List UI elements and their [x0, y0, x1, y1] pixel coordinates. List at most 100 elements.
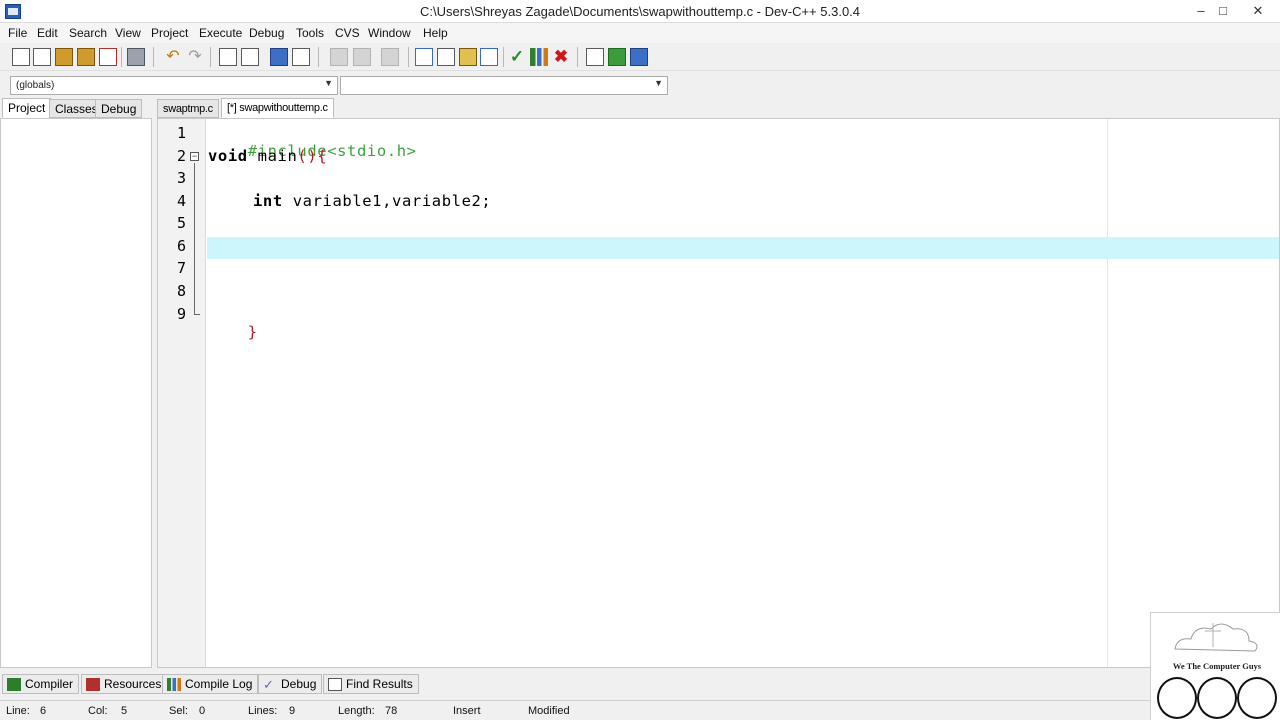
fold-toggle-icon[interactable]: −	[190, 152, 199, 161]
debug-icon[interactable]	[586, 48, 604, 66]
tab-resources[interactable]: Resources	[81, 674, 168, 694]
keyword-void: void	[208, 147, 248, 165]
status-mode: Insert	[453, 705, 481, 717]
fold-line	[194, 163, 195, 314]
code-line-9: }	[208, 305, 258, 359]
replace-icon[interactable]	[241, 48, 259, 66]
menu-tools[interactable]: Tools	[296, 26, 324, 40]
menu-search[interactable]: Search	[69, 26, 107, 40]
rebuild-icon[interactable]	[630, 48, 648, 66]
line-number: 2	[176, 147, 186, 165]
line-number: 3	[176, 169, 186, 187]
menu-window[interactable]: Window	[368, 26, 411, 40]
right-margin-line	[1107, 119, 1108, 667]
status-sel-label: Sel:	[169, 705, 188, 717]
line-number: 5	[176, 214, 186, 232]
status-bar: Line: 6 Col: 5 Sel: 0 Lines: 9 Length: 7…	[0, 700, 1280, 720]
run-icon[interactable]	[608, 48, 626, 66]
close-file-icon[interactable]	[99, 48, 117, 66]
toolbar-separator	[318, 47, 319, 67]
close-button[interactable]: ✕	[1238, 2, 1278, 20]
toolbar-separator	[577, 47, 578, 67]
project-options-icon[interactable]	[437, 48, 455, 66]
tab-compile-log[interactable]: Compile Log	[162, 674, 259, 694]
app-icon	[5, 4, 21, 19]
scope-combo[interactable]: (globals) ▼	[10, 76, 338, 95]
tab-project[interactable]: Project	[2, 98, 52, 118]
indent-icon[interactable]	[330, 48, 348, 66]
menu-debug[interactable]: Debug	[249, 26, 284, 40]
toolbar: ↶ ↷ ✓ ✖	[0, 43, 1280, 71]
paren-brace: (){	[297, 147, 328, 165]
menu-help[interactable]: Help	[423, 26, 448, 40]
members-combo[interactable]: ▼	[340, 76, 668, 95]
compiler-icon	[7, 678, 21, 691]
menu-view[interactable]: View	[115, 26, 141, 40]
print-icon[interactable]	[127, 48, 145, 66]
title-bar: C:\Users\Shreyas Zagade\Documents\swapwi…	[0, 0, 1280, 23]
chevron-down-icon: ▼	[324, 78, 333, 88]
line-number: 6	[176, 237, 186, 255]
status-sel-value: 0	[199, 705, 206, 717]
tab-debug[interactable]: Debug	[95, 99, 143, 118]
toolbar-separator	[408, 47, 409, 67]
menu-bar: File Edit Search View Project Execute De…	[0, 23, 1280, 43]
class-browser-icon[interactable]	[480, 48, 498, 66]
menu-cvs[interactable]: CVS	[335, 26, 360, 40]
new-file-icon[interactable]	[12, 48, 30, 66]
resources-icon	[86, 678, 100, 691]
save-all-icon[interactable]	[77, 48, 95, 66]
status-modified: Modified	[528, 705, 570, 717]
redo-icon[interactable]: ↷	[186, 48, 204, 66]
compile-icon[interactable]: ✓	[508, 48, 526, 66]
menu-project[interactable]: Project	[151, 26, 188, 40]
toggle-bookmark-icon[interactable]	[381, 48, 399, 66]
function-name: main	[247, 147, 298, 165]
new-project-icon[interactable]	[415, 48, 433, 66]
tab-find-results[interactable]: Find Results	[323, 674, 419, 694]
tab-compiler[interactable]: Compiler	[2, 674, 80, 694]
tab-compiler-label: Compiler	[25, 677, 74, 691]
compile-log-icon	[167, 678, 181, 691]
line-number: 4	[176, 192, 186, 210]
maximize-button[interactable]: □	[1210, 2, 1236, 20]
new-class-icon[interactable]	[292, 48, 310, 66]
save-icon[interactable]	[55, 48, 73, 66]
status-line-value: 6	[40, 705, 47, 717]
watermark-logo: We The Computer Guys	[1150, 612, 1280, 720]
toolbar-separator	[210, 47, 211, 67]
debug-check-icon: ✓	[263, 677, 274, 692]
tab-swaptmp[interactable]: swaptmp.c	[157, 99, 219, 118]
code-line-4: int variable1,variable2;	[253, 192, 491, 210]
closing-brace: }	[247, 323, 258, 341]
tab-compile-log-label: Compile Log	[185, 677, 253, 691]
status-line-label: Line:	[6, 705, 30, 717]
status-lines-value: 9	[289, 705, 296, 717]
menu-file[interactable]: File	[8, 26, 27, 40]
code-editor[interactable]: 1 2 3 4 5 6 7 8 9 − #include<stdio.h> vo…	[157, 118, 1280, 668]
chevron-down-icon: ▼	[654, 78, 663, 88]
code-line-2: void main(){	[208, 147, 327, 165]
insert-icon[interactable]	[459, 48, 477, 66]
tab-resources-label: Resources	[104, 677, 162, 691]
goto-line-icon[interactable]	[270, 48, 288, 66]
stop-icon[interactable]: ✖	[552, 48, 570, 66]
menu-edit[interactable]: Edit	[37, 26, 58, 40]
find-icon[interactable]	[219, 48, 237, 66]
toolbar-separator	[153, 47, 154, 67]
toolbar-separator	[121, 47, 122, 67]
line-number: 8	[176, 282, 186, 300]
watermark-text: We The Computer Guys	[1172, 661, 1262, 671]
bottom-tabs: Compiler Resources Compile Log ✓ Debug F…	[0, 672, 1280, 696]
compile-run-icon[interactable]	[530, 48, 548, 66]
tab-debug-bottom[interactable]: ✓ Debug	[258, 674, 323, 694]
variable-declaration: variable1,variable2;	[282, 192, 492, 210]
menu-execute[interactable]: Execute	[199, 26, 242, 40]
unindent-icon[interactable]	[353, 48, 371, 66]
status-length-value: 78	[385, 705, 398, 717]
status-col-value: 5	[121, 705, 128, 717]
undo-icon[interactable]: ↶	[164, 48, 182, 66]
open-file-icon[interactable]	[33, 48, 51, 66]
find-results-icon	[328, 678, 342, 691]
tab-swapwithouttemp[interactable]: [*] swapwithouttemp.c	[221, 98, 334, 118]
